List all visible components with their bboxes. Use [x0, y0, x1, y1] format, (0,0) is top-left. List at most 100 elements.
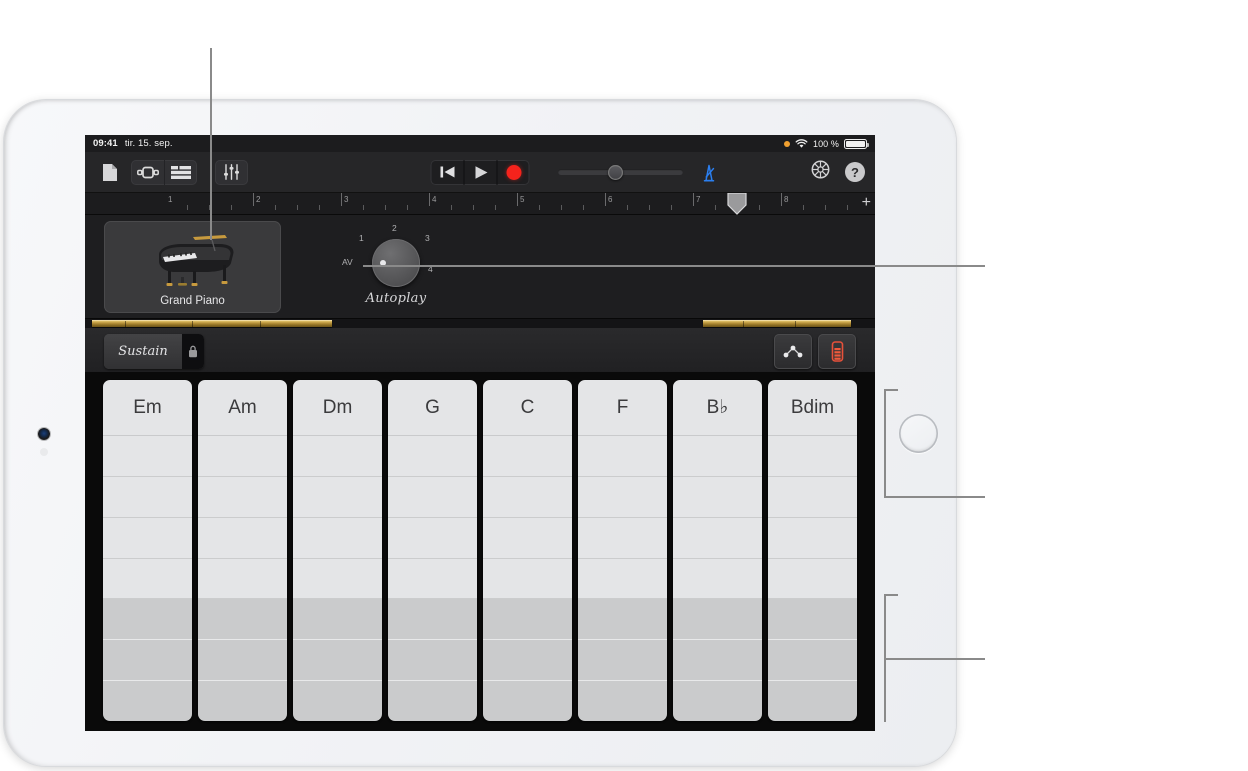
- chord-strip-header[interactable]: F: [578, 380, 667, 436]
- chord-strip-note-row[interactable]: [103, 517, 192, 559]
- chord-strip-bass-row[interactable]: [388, 681, 477, 721]
- chord-strip-note-row[interactable]: [388, 517, 477, 559]
- autoplay-pos-av[interactable]: AV: [342, 257, 353, 267]
- chord-strip-bass-row[interactable]: [768, 640, 857, 682]
- ruler-bar-line: [429, 193, 430, 206]
- chord-strip-bass-row[interactable]: [673, 681, 762, 721]
- chord-strip-note-row[interactable]: [673, 558, 762, 600]
- chord-strip[interactable]: C: [483, 380, 572, 721]
- chord-strip-header[interactable]: C: [483, 380, 572, 436]
- chord-strip-bass-row[interactable]: [483, 599, 572, 641]
- tracks-view-icon[interactable]: [164, 159, 197, 185]
- chord-strip-bass-row[interactable]: [103, 640, 192, 682]
- chord-strip-note-row[interactable]: [198, 517, 287, 559]
- chord-strip-note-row[interactable]: [103, 558, 192, 600]
- chord-strip-bass-row[interactable]: [673, 640, 762, 682]
- chord-strip[interactable]: F: [578, 380, 667, 721]
- chord-strip-note-row[interactable]: [103, 436, 192, 477]
- chord-strip-bass-row[interactable]: [483, 640, 572, 682]
- chord-strip-bass-row[interactable]: [198, 599, 287, 641]
- sustain-button[interactable]: Sustain: [104, 334, 182, 369]
- chord-strip-header[interactable]: Em: [103, 380, 192, 436]
- chord-strip-header[interactable]: Dm: [293, 380, 382, 436]
- chords-icon[interactable]: [774, 334, 812, 369]
- home-button[interactable]: [899, 414, 938, 453]
- chord-strip-bass-row[interactable]: [483, 681, 572, 721]
- chord-strip-note-row[interactable]: [198, 558, 287, 600]
- volume-knob[interactable]: [608, 164, 623, 180]
- autoplay-pos-1[interactable]: 1: [359, 233, 364, 243]
- chord-strip-bass-row[interactable]: [293, 599, 382, 641]
- chord-strip-bass-row[interactable]: [768, 681, 857, 721]
- chord-strip-note-row[interactable]: [673, 436, 762, 477]
- chord-strip-note-row[interactable]: [483, 517, 572, 559]
- chord-strip-note-row[interactable]: [293, 517, 382, 559]
- chord-strip-bass-row[interactable]: [673, 599, 762, 641]
- chord-strip-bass-row[interactable]: [198, 640, 287, 682]
- chord-strip-header[interactable]: G: [388, 380, 477, 436]
- chord-strip-note-row[interactable]: [293, 436, 382, 477]
- chord-strip-bass-row[interactable]: [293, 640, 382, 682]
- rewind-icon[interactable]: [431, 160, 464, 185]
- chord-strip-note-row[interactable]: [388, 436, 477, 477]
- chord-strip[interactable]: G: [388, 380, 477, 721]
- toolbar-right-group: ?: [810, 159, 865, 185]
- autoplay-pos-2[interactable]: 2: [392, 223, 397, 233]
- chord-strip[interactable]: Am: [198, 380, 287, 721]
- add-section-button[interactable]: +: [862, 195, 871, 211]
- chord-strip-note-row[interactable]: [388, 558, 477, 600]
- chord-strip-bass-row[interactable]: [103, 681, 192, 721]
- playhead-marker[interactable]: [726, 192, 748, 215]
- my-songs-document-icon[interactable]: [95, 159, 125, 185]
- chord-strip-bass-row[interactable]: [198, 681, 287, 721]
- chord-strip-header[interactable]: Am: [198, 380, 287, 436]
- chord-strip-bass-row[interactable]: [103, 599, 192, 641]
- chord-strip-bass-row[interactable]: [388, 599, 477, 641]
- chord-strip[interactable]: Dm: [293, 380, 382, 721]
- chord-strip-bass-row[interactable]: [388, 640, 477, 682]
- chord-strip-note-row[interactable]: [578, 476, 667, 518]
- chord-strip-note-row[interactable]: [578, 558, 667, 600]
- chord-strip-note-row[interactable]: [768, 436, 857, 477]
- chord-strip-bass-row[interactable]: [768, 599, 857, 641]
- chord-strip-note-row[interactable]: [483, 476, 572, 518]
- autoplay-fader-icon[interactable]: [818, 334, 856, 369]
- chord-strip[interactable]: Bdim: [768, 380, 857, 721]
- chord-strip-header[interactable]: Bdim: [768, 380, 857, 436]
- chord-strip-note-row[interactable]: [483, 558, 572, 600]
- chord-strip-bass-row[interactable]: [578, 640, 667, 682]
- autoplay-knob[interactable]: [372, 239, 420, 287]
- chord-strip-note-row[interactable]: [293, 558, 382, 600]
- chord-strip-note-row[interactable]: [673, 517, 762, 559]
- record-icon[interactable]: [496, 159, 530, 185]
- autoplay-pos-3[interactable]: 3: [425, 233, 430, 243]
- chord-strip-bass-row[interactable]: [578, 681, 667, 721]
- timeline-ruler[interactable]: 1 2 3 4 5 6 7 8 +: [85, 192, 875, 215]
- instrument-card[interactable]: Grand Piano: [104, 221, 281, 313]
- chord-strip-note-row[interactable]: [198, 476, 287, 518]
- chord-strip-note-row[interactable]: [198, 436, 287, 477]
- chord-strip-bass-row[interactable]: [293, 681, 382, 721]
- chord-strip-note-row[interactable]: [578, 517, 667, 559]
- play-icon[interactable]: [463, 159, 497, 185]
- chord-strip-note-row[interactable]: [673, 476, 762, 518]
- chord-strip[interactable]: B♭: [673, 380, 762, 721]
- chord-strip-note-row[interactable]: [483, 436, 572, 477]
- chord-strip-bass-row[interactable]: [578, 599, 667, 641]
- chord-strip-note-row[interactable]: [578, 436, 667, 477]
- chord-strip-note-row[interactable]: [768, 476, 857, 518]
- chord-strip-header[interactable]: B♭: [673, 380, 762, 436]
- chord-strip[interactable]: Em: [103, 380, 192, 721]
- metronome-icon[interactable]: [698, 162, 720, 184]
- master-volume-slider[interactable]: [558, 162, 683, 182]
- sustain-lock-button[interactable]: [182, 334, 204, 369]
- chord-strip-note-row[interactable]: [768, 558, 857, 600]
- instrument-view-icon[interactable]: [131, 160, 164, 185]
- chord-strip-note-row[interactable]: [293, 476, 382, 518]
- chord-strip-note-row[interactable]: [768, 517, 857, 559]
- chord-strip-note-row[interactable]: [388, 476, 477, 518]
- help-button[interactable]: ?: [845, 162, 865, 182]
- gear-icon[interactable]: [810, 159, 831, 185]
- mixer-icon[interactable]: [215, 159, 248, 185]
- chord-strip-note-row[interactable]: [103, 476, 192, 518]
